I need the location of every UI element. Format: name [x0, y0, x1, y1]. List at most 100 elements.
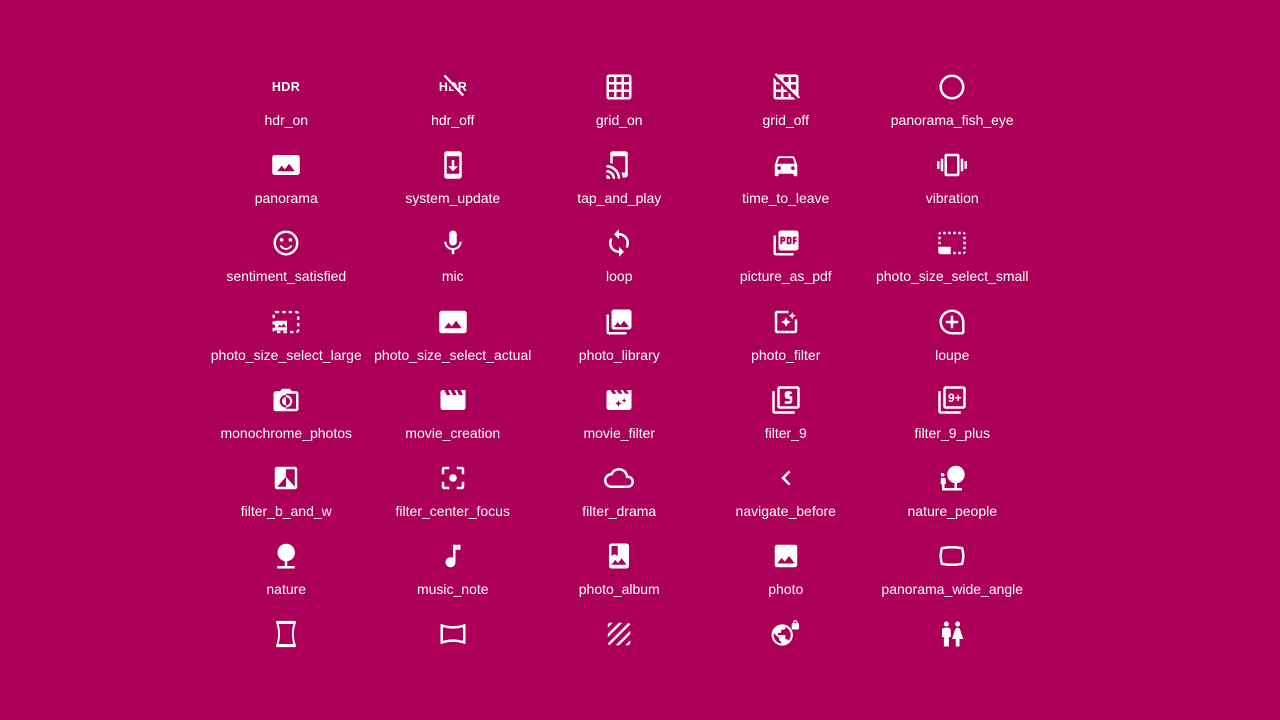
icon-cell-time_to_leave[interactable]: time_to_leave: [703, 141, 870, 219]
photo-library-icon: [604, 298, 634, 346]
icon-cell-filter_b_and_w[interactable]: filter_b_and_w: [203, 454, 370, 532]
icon-label: photo_library: [579, 346, 660, 364]
icon-cell-panorama_vertical[interactable]: [203, 610, 370, 688]
filter-b-and-w-icon: [271, 454, 301, 502]
hdr-on-icon: HDR: [271, 63, 301, 111]
texture-icon: [604, 610, 634, 658]
tap-and-play-icon: [604, 141, 634, 189]
icon-cell-filter_9_plus[interactable]: 9+ filter_9_plus: [869, 376, 1036, 454]
icon-cell-loupe[interactable]: loupe: [869, 298, 1036, 376]
icon-label: music_note: [417, 580, 489, 598]
icon-cell-filter_9[interactable]: filter_9: [703, 376, 870, 454]
icon-label: photo_size_select_small: [876, 267, 1029, 285]
icon-cell-nature_people[interactable]: nature_people: [869, 454, 1036, 532]
icon-label: photo_size_select_large: [211, 346, 362, 364]
icon-label: filter_9: [765, 424, 807, 442]
navigate-before-icon: [771, 454, 801, 502]
vpn-lock-icon: [771, 610, 801, 658]
icon-cell-system_update[interactable]: system_update: [370, 141, 537, 219]
icon-cell-vpn_lock[interactable]: [703, 610, 870, 688]
icon-cell-hdr_on[interactable]: HDR hdr_on: [203, 63, 370, 141]
icon-label: monochrome_photos: [220, 424, 352, 442]
filter-9-icon: [771, 376, 801, 424]
icon-label: time_to_leave: [742, 189, 829, 207]
time-to-leave-icon: [771, 141, 801, 189]
photo-size-select-small-icon: [937, 219, 967, 267]
icon-cell-nature[interactable]: nature: [203, 532, 370, 610]
icon-cell-music_note[interactable]: music_note: [370, 532, 537, 610]
icon-label: photo_album: [579, 580, 660, 598]
icon-cell-photo_size_select_small[interactable]: photo_size_select_small: [869, 219, 1036, 297]
panorama-fish-eye-icon: [937, 63, 967, 111]
icon-label: sentiment_satisfied: [226, 267, 346, 285]
icon-grid: HDRhdr_onHDRhdr_offgrid_ongrid_offpanora…: [203, 63, 1036, 689]
icon-cell-photo[interactable]: photo: [703, 532, 870, 610]
icon-cell-photo_filter[interactable]: photo_filter: [703, 298, 870, 376]
nature-icon: [271, 532, 301, 580]
loop-icon: [604, 219, 634, 267]
icon-cell-photo_library[interactable]: photo_library: [536, 298, 703, 376]
icon-label: photo_filter: [751, 346, 820, 364]
icon-cell-grid_on[interactable]: grid_on: [536, 63, 703, 141]
icon-cell-panorama_wide_angle[interactable]: panorama_wide_angle: [869, 532, 1036, 610]
icon-cell-grid_off[interactable]: grid_off: [703, 63, 870, 141]
icon-label: hdr_on: [264, 111, 308, 129]
icon-cell-photo_album[interactable]: photo_album: [536, 532, 703, 610]
icon-label: panorama_wide_angle: [881, 580, 1023, 598]
wc-icon: [937, 610, 967, 658]
picture-as-pdf-icon: [771, 219, 801, 267]
icon-label: system_update: [405, 189, 500, 207]
icon-label: filter_9_plus: [915, 424, 991, 442]
icon-label: hdr_off: [431, 111, 474, 129]
icon-cell-panorama[interactable]: panorama: [203, 141, 370, 219]
icon-cell-filter_drama[interactable]: filter_drama: [536, 454, 703, 532]
icon-cell-navigate_before[interactable]: navigate_before: [703, 454, 870, 532]
panorama-icon: [271, 141, 301, 189]
photo-filter-icon: [771, 298, 801, 346]
icon-label: filter_drama: [582, 502, 656, 520]
icon-cell-filter_center_focus[interactable]: filter_center_focus: [370, 454, 537, 532]
svg-text:HDR: HDR: [272, 80, 300, 94]
icon-cell-texture[interactable]: [536, 610, 703, 688]
icon-label: loupe: [935, 346, 969, 364]
loupe-icon: [937, 298, 967, 346]
icon-label: filter_b_and_w: [241, 502, 332, 520]
icon-label: photo: [768, 580, 803, 598]
icon-cell-movie_filter[interactable]: movie_filter: [536, 376, 703, 454]
icon-cell-hdr_off[interactable]: HDRhdr_off: [370, 63, 537, 141]
icon-cell-loop[interactable]: loop: [536, 219, 703, 297]
icon-cell-vibration[interactable]: vibration: [869, 141, 1036, 219]
sentiment-satisfied-icon: [271, 219, 301, 267]
icon-cell-picture_as_pdf[interactable]: picture_as_pdf: [703, 219, 870, 297]
music-note-icon: [438, 532, 468, 580]
icon-cell-panorama_horizontal[interactable]: [370, 610, 537, 688]
icon-cell-tap_and_play[interactable]: tap_and_play: [536, 141, 703, 219]
icon-cell-movie_creation[interactable]: movie_creation: [370, 376, 537, 454]
icon-label: tap_and_play: [577, 189, 661, 207]
icon-cell-wc[interactable]: [869, 610, 1036, 688]
nature-people-icon: [937, 454, 967, 502]
icon-label: nature: [266, 580, 306, 598]
monochrome-photos-icon: [271, 376, 301, 424]
vibration-icon: [937, 141, 967, 189]
icon-cell-photo_size_select_large[interactable]: photo_size_select_large: [203, 298, 370, 376]
icon-label: grid_on: [596, 111, 643, 129]
icon-label: vibration: [926, 189, 979, 207]
filter-center-focus-icon: [438, 454, 468, 502]
svg-text:9+: 9+: [948, 391, 962, 405]
mic-icon: [438, 219, 468, 267]
movie-creation-icon: [438, 376, 468, 424]
icon-cell-panorama_fish_eye[interactable]: panorama_fish_eye: [869, 63, 1036, 141]
page-root: { "page": { "background_color": "#ac0058…: [0, 0, 1280, 720]
icon-cell-mic[interactable]: mic: [370, 219, 537, 297]
icon-cell-photo_size_select_actual[interactable]: photo_size_select_actual: [370, 298, 537, 376]
panorama-wide-angle-icon: [937, 532, 967, 580]
icon-cell-sentiment_satisfied[interactable]: sentiment_satisfied: [203, 219, 370, 297]
icon-label: grid_off: [763, 111, 809, 129]
system-update-icon: [438, 141, 468, 189]
icon-label: photo_size_select_actual: [374, 346, 531, 364]
photo-album-icon: [604, 532, 634, 580]
photo-size-select-actual-icon: [438, 298, 468, 346]
icon-cell-monochrome_photos[interactable]: monochrome_photos: [203, 376, 370, 454]
icon-label: panorama_fish_eye: [891, 111, 1014, 129]
